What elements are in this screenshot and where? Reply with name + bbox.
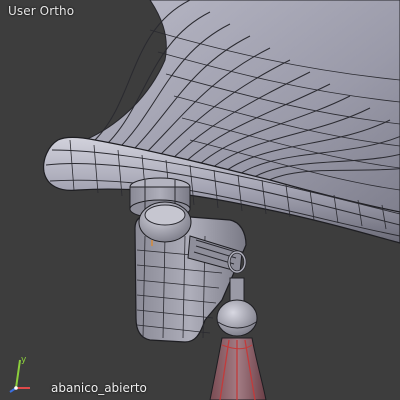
y-axis-label: y	[21, 355, 27, 365]
mesh-render[interactable]	[0, 0, 400, 400]
axis-gizmo: y	[9, 355, 30, 393]
active-object-name: abanico_abierto	[51, 381, 147, 395]
view-mode-label: User Ortho	[8, 4, 75, 18]
y-axis-line	[15, 359, 21, 389]
3d-viewport[interactable]: User Ortho y abanico_abierto	[0, 0, 400, 400]
